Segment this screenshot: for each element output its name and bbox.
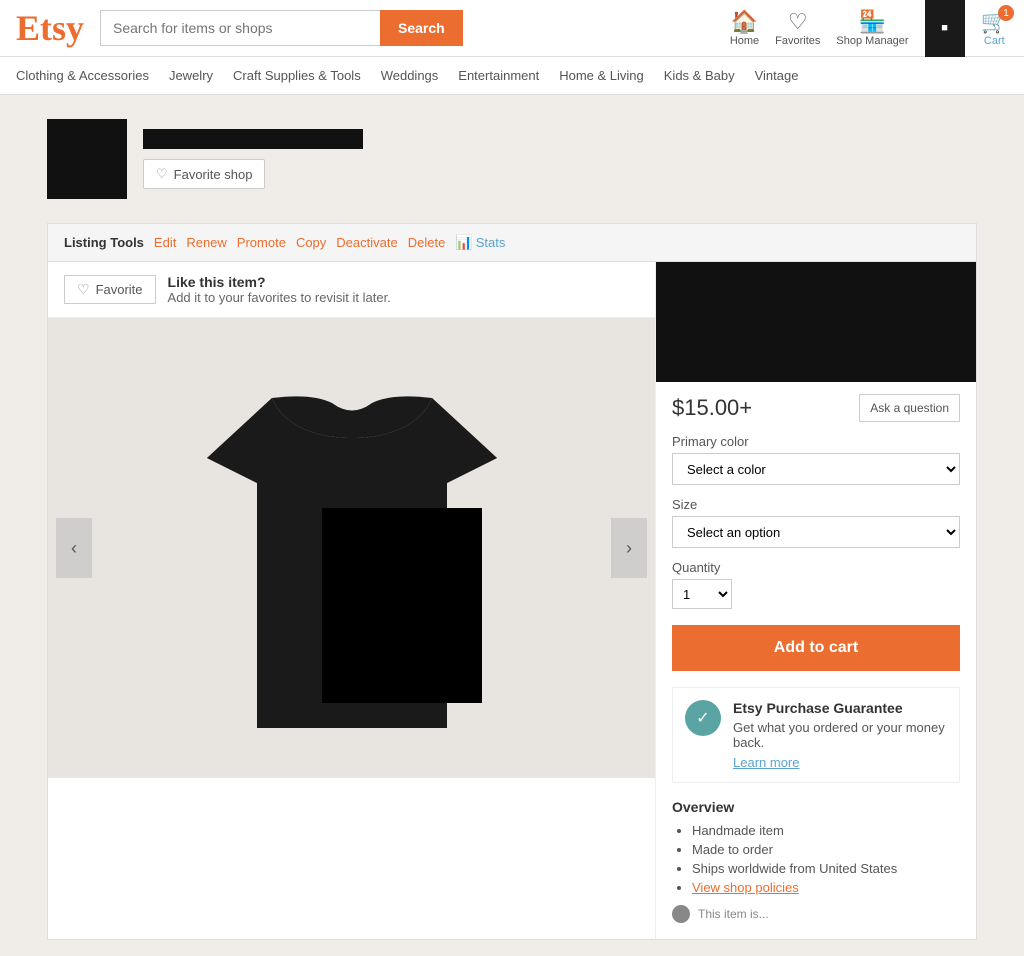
price-row: $15.00+ Ask a question bbox=[672, 394, 960, 422]
prev-image-button[interactable]: ‹ bbox=[56, 518, 92, 578]
stats-bar-icon: 📊 bbox=[455, 234, 472, 251]
tool-delete[interactable]: Delete bbox=[408, 235, 446, 250]
header-home[interactable]: 🏠 Home bbox=[730, 9, 759, 47]
quantity-field: Quantity 1 bbox=[672, 560, 960, 609]
product-image bbox=[177, 338, 527, 758]
product-image-area: ‹ bbox=[48, 318, 655, 778]
shop-manager-label: Shop Manager bbox=[836, 35, 908, 47]
overview-section: Overview Handmade item Made to order Shi… bbox=[672, 799, 960, 923]
search-bar: Search bbox=[100, 10, 463, 46]
primary-color-label: Primary color bbox=[672, 434, 960, 449]
favorite-bar: ♡ Favorite Like this item? Add it to you… bbox=[48, 262, 655, 318]
favorite-button[interactable]: ♡ Favorite bbox=[64, 275, 156, 304]
guarantee-link[interactable]: Learn more bbox=[733, 755, 799, 770]
page-content: ♡ Favorite shop Listing Tools Edit Renew… bbox=[0, 95, 1024, 956]
listing-right: $15.00+ Ask a question Primary color Sel… bbox=[656, 262, 976, 939]
ask-question-button[interactable]: Ask a question bbox=[859, 394, 960, 422]
shop-name-placeholder bbox=[143, 129, 363, 149]
tool-renew[interactable]: Renew bbox=[186, 235, 226, 250]
listing-tools-bar: Listing Tools Edit Renew Promote Copy De… bbox=[48, 224, 976, 262]
tool-stats[interactable]: 📊 Stats bbox=[455, 234, 505, 251]
overview-item-2: Made to order bbox=[692, 842, 960, 857]
guarantee-body: Get what you ordered or your money back. bbox=[733, 720, 947, 750]
overview-list: Handmade item Made to order Ships worldw… bbox=[672, 823, 960, 895]
listing-tools-label: Listing Tools bbox=[64, 235, 144, 250]
search-button[interactable]: Search bbox=[380, 10, 463, 46]
guarantee-title: Etsy Purchase Guarantee bbox=[733, 700, 947, 716]
nav-clothing[interactable]: Clothing & Accessories bbox=[16, 68, 149, 83]
primary-color-select[interactable]: Select a color bbox=[672, 453, 960, 485]
tool-promote[interactable]: Promote bbox=[237, 235, 286, 250]
shop-info: ♡ Favorite shop bbox=[143, 129, 363, 189]
overview-item-shop-policies: View shop policies bbox=[692, 880, 960, 895]
header-shop-manager[interactable]: 🏪 Shop Manager bbox=[836, 9, 908, 47]
tool-copy[interactable]: Copy bbox=[296, 235, 326, 250]
product-price: $15.00+ bbox=[672, 395, 752, 421]
home-icon: 🏠 bbox=[731, 9, 758, 35]
listing-left: ♡ Favorite Like this item? Add it to you… bbox=[48, 262, 656, 939]
guarantee-icon: ✓ bbox=[685, 700, 721, 736]
tool-edit[interactable]: Edit bbox=[154, 235, 176, 250]
search-input[interactable] bbox=[100, 10, 380, 46]
etsy-logo[interactable]: Etsy bbox=[16, 7, 84, 49]
favorite-button-label: Favorite bbox=[96, 282, 143, 297]
listing-main: ♡ Favorite Like this item? Add it to you… bbox=[48, 262, 976, 939]
size-select[interactable]: Select an option bbox=[672, 516, 960, 548]
favorite-title: Like this item? bbox=[168, 274, 391, 290]
overview-item-1: Handmade item bbox=[692, 823, 960, 838]
guarantee-text: Etsy Purchase Guarantee Get what you ord… bbox=[733, 700, 947, 770]
favorite-shop-label: Favorite shop bbox=[174, 167, 253, 182]
nav-kids-baby[interactable]: Kids & Baby bbox=[664, 68, 735, 83]
nav-entertainment[interactable]: Entertainment bbox=[458, 68, 539, 83]
nav-jewelry[interactable]: Jewelry bbox=[169, 68, 213, 83]
header-cart[interactable]: 🛒 1 Cart bbox=[981, 9, 1008, 47]
quantity-label: Quantity bbox=[672, 560, 960, 575]
add-to-cart-button[interactable]: Add to cart bbox=[672, 625, 960, 671]
quantity-select[interactable]: 1 bbox=[672, 579, 732, 609]
shop-manager-icon: 🏪 bbox=[859, 9, 886, 35]
shop-manager-box[interactable]: ■ bbox=[925, 0, 965, 57]
header-nav: 🏠 Home ♡ Favorites 🏪 Shop Manager ■ 🛒 1 … bbox=[730, 0, 1008, 57]
shop-manager-black-box-icon: ■ bbox=[941, 22, 948, 34]
heart-icon-small: ♡ bbox=[77, 281, 90, 298]
overview-title: Overview bbox=[672, 799, 960, 815]
nav-weddings[interactable]: Weddings bbox=[381, 68, 439, 83]
nav-craft[interactable]: Craft Supplies & Tools bbox=[233, 68, 361, 83]
favorite-subtitle: Add it to your favorites to revisit it l… bbox=[168, 290, 391, 305]
favorites-icon: ♡ bbox=[788, 9, 808, 35]
favorite-shop-button[interactable]: ♡ Favorite shop bbox=[143, 159, 265, 189]
size-field: Size Select an option bbox=[672, 497, 960, 548]
header-favorites[interactable]: ♡ Favorites bbox=[775, 9, 820, 47]
cart-badge: 1 bbox=[998, 5, 1014, 21]
home-label: Home bbox=[730, 35, 759, 47]
favorite-text: Like this item? Add it to your favorites… bbox=[168, 274, 391, 305]
product-thumbnail bbox=[656, 262, 976, 382]
nav-vintage[interactable]: Vintage bbox=[755, 68, 799, 83]
overview-more-row: This item is... bbox=[672, 905, 960, 923]
listing-card: Listing Tools Edit Renew Promote Copy De… bbox=[47, 223, 977, 940]
overview-item-3: Ships worldwide from United States bbox=[692, 861, 960, 876]
size-label: Size bbox=[672, 497, 960, 512]
shop-banner: ♡ Favorite shop bbox=[47, 111, 977, 207]
heart-icon: ♡ bbox=[156, 166, 168, 182]
shop-policies-link[interactable]: View shop policies bbox=[692, 880, 799, 895]
shop-avatar bbox=[47, 119, 127, 199]
favorites-label: Favorites bbox=[775, 35, 820, 47]
cart-label: Cart bbox=[984, 35, 1005, 47]
site-header: Etsy Search 🏠 Home ♡ Favorites 🏪 Shop Ma… bbox=[0, 0, 1024, 57]
guarantee-box: ✓ Etsy Purchase Guarantee Get what you o… bbox=[672, 687, 960, 783]
more-info-text: This item is... bbox=[698, 907, 769, 921]
nav-home-living[interactable]: Home & Living bbox=[559, 68, 644, 83]
tool-deactivate[interactable]: Deactivate bbox=[336, 235, 397, 250]
more-info-icon bbox=[672, 905, 690, 923]
next-image-button[interactable]: › bbox=[611, 518, 647, 578]
tool-stats-label: Stats bbox=[476, 235, 506, 250]
category-nav: Clothing & Accessories Jewelry Craft Sup… bbox=[0, 57, 1024, 95]
primary-color-field: Primary color Select a color bbox=[672, 434, 960, 485]
